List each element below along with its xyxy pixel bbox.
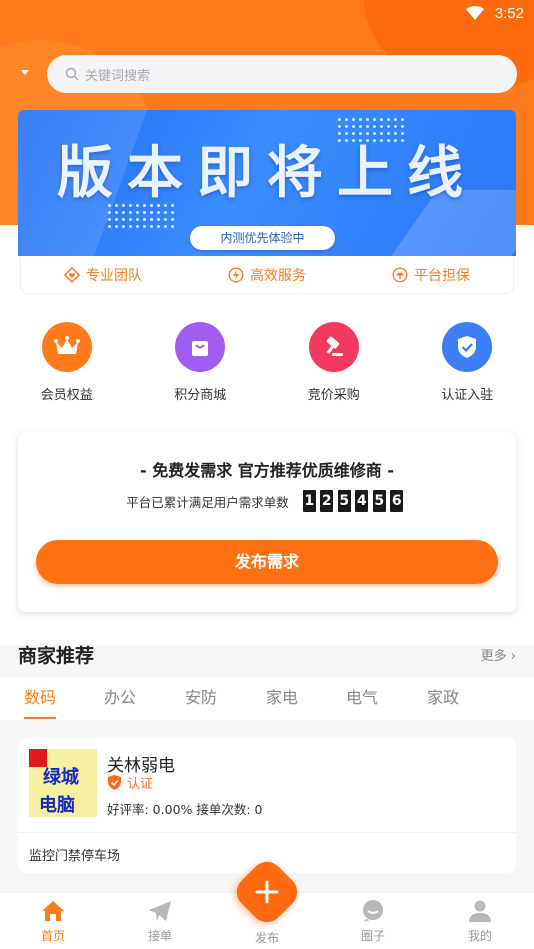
shield-check-icon [442,322,493,372]
search-placeholder: 关键词搜索 [85,68,151,84]
lightning-icon [228,266,244,283]
promo-banner[interactable]: 版本即将上线 内测优先体验中 [18,110,516,256]
tab-housekeeping[interactable]: 家政 [427,684,459,708]
status-time: 3:52 [494,5,524,22]
counter-digit: 2 [320,490,334,512]
nav-label: 首页 [40,929,65,943]
feature-team: 专业团队 [64,265,142,285]
banner-pill: 内测优先体验中 [190,226,335,250]
more-label: 更多 [480,649,507,664]
more-link[interactable]: 更多 › [481,645,516,664]
heart-diamond-icon [64,266,80,283]
feature-service: 高效服务 [228,265,306,285]
quick-entry-membership[interactable]: 会员权益 [0,322,134,403]
logo-text: 电脑 [39,795,75,816]
wifi-icon [466,6,484,20]
umbrella-icon [392,266,408,283]
chat-bubble-icon [363,900,383,922]
nav-label: 我的 [467,929,492,943]
quick-entry-points-mall[interactable]: 积分商城 [134,322,268,403]
nav-publish[interactable]: 发布 [237,929,297,946]
merchant-logo: 绿城 电脑 [29,749,97,817]
status-bar: 3:52 [0,0,534,30]
tab-security[interactable]: 安防 [185,684,217,708]
demand-headline: - 免费发需求 官方推荐优质维修商 - [140,461,394,480]
nav-home[interactable]: 首页 [23,899,83,944]
active-tab-indicator [24,717,56,719]
merchant-rating: 好评率: 0.00% 接单次数: 0 [107,802,263,817]
search-input[interactable]: 关键词搜索 [47,55,517,93]
counter-digit: 4 [355,490,369,512]
feature-label: 专业团队 [86,267,142,284]
quick-entry-certification[interactable]: 认证入驻 [401,322,534,403]
gavel-icon [308,322,359,372]
search-icon [65,67,79,81]
counter-digit: 5 [372,490,386,512]
nav-profile[interactable]: 我的 [450,899,510,944]
user-icon [469,900,491,922]
chevron-right-icon: › [510,649,516,664]
tab-office[interactable]: 办公 [104,684,136,708]
paper-plane-icon [149,901,171,921]
divider [18,832,516,833]
nav-circle[interactable]: 圈子 [343,899,403,944]
shield-check-icon [108,775,121,790]
badge-label: 认证 [127,777,154,792]
tab-electrical[interactable]: 电气 [346,684,378,708]
section-title: 商家推荐 [18,645,95,667]
category-tabs: 数码 办公 安防 家电 电气 家政 [0,678,534,720]
feature-strip: 专业团队 高效服务 平台担保 [20,256,514,294]
shopping-bag-icon [175,322,226,372]
demand-stat-label: 平台已累计满足用户需求单数 [126,494,289,510]
banner-title: 版本即将上线 [57,141,477,206]
nav-label: 接单 [147,929,172,943]
nav-label: 圈子 [360,929,385,943]
tab-digital[interactable]: 数码 [24,684,56,708]
merchant-tags: 监控门禁停车场 [29,849,121,864]
demand-stat: 平台已累计满足用户需求单数 1 2 5 4 5 6 [18,490,516,512]
counter-digit: 5 [337,490,351,512]
quick-entry-label: 认证入驻 [441,388,494,403]
counter-digit: 1 [302,490,316,512]
quick-entry-grid: 会员权益 积分商城 竞价采购 认证入驻 [0,322,534,403]
nav-orders[interactable]: 接单 [130,899,190,944]
feature-guarantee: 平台担保 [392,265,470,285]
tab-appliance[interactable]: 家电 [266,684,298,708]
quick-entry-label: 会员权益 [40,388,93,403]
quick-entry-label: 竞价采购 [307,388,360,403]
nav-label: 发布 [254,931,279,945]
quick-entry-bidding[interactable]: 竞价采购 [267,322,401,403]
certified-badge: 认证 [107,773,153,792]
feature-label: 平台担保 [414,267,470,284]
quick-entry-label: 积分商城 [174,388,227,403]
demand-card: - 免费发需求 官方推荐优质维修商 - 平台已累计满足用户需求单数 1 2 5 … [18,432,516,612]
feature-label: 高效服务 [250,267,306,284]
counter-digit: 6 [390,490,404,512]
crown-icon [41,322,92,372]
publish-demand-button[interactable]: 发布需求 [36,540,498,584]
plus-icon[interactable] [241,866,293,918]
logo-text: 绿城 [43,767,79,788]
home-icon [42,901,64,921]
location-dropdown-icon[interactable] [21,70,29,75]
merchant-card[interactable]: 绿城 电脑 关林弱电 认证 好评率: 0.00% 接单次数: 0 监控门禁停车场 [18,738,516,873]
